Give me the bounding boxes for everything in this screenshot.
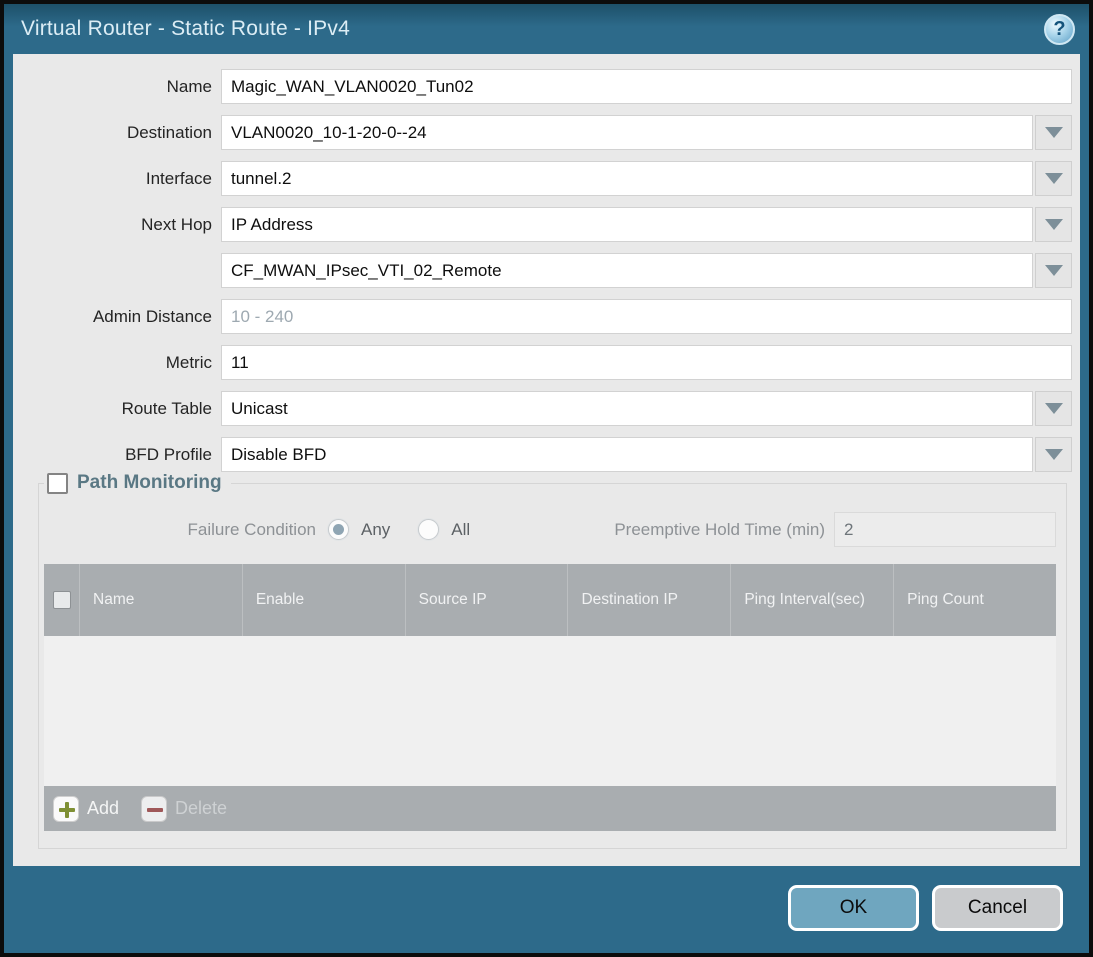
form-row-next-hop: Next Hop bbox=[21, 207, 1072, 242]
form-row-bfd-profile: BFD Profile bbox=[21, 437, 1072, 472]
path-monitoring-label: Path Monitoring bbox=[77, 472, 222, 494]
plus-icon[interactable] bbox=[53, 796, 79, 822]
destination-label: Destination bbox=[21, 123, 221, 143]
path-monitoring-section: Path Monitoring Failure Condition Any Al… bbox=[38, 483, 1067, 849]
next-hop-type-input[interactable] bbox=[221, 207, 1033, 242]
static-route-dialog: Virtual Router - Static Route - IPv4 ? N… bbox=[0, 0, 1093, 957]
table-header-select bbox=[44, 564, 79, 636]
form-row-destination: Destination bbox=[21, 115, 1072, 150]
ok-button[interactable]: OK bbox=[788, 885, 919, 931]
next-hop-label: Next Hop bbox=[21, 215, 221, 235]
form-row-interface: Interface bbox=[21, 161, 1072, 196]
next-hop-dropdown-button[interactable] bbox=[1035, 207, 1072, 242]
column-header-destination-ip: Destination IP bbox=[567, 564, 730, 636]
form-row-admin-distance: Admin Distance bbox=[21, 299, 1072, 334]
metric-label: Metric bbox=[21, 353, 221, 373]
form-row-next-hop-address bbox=[21, 253, 1072, 288]
next-hop-address-input[interactable] bbox=[221, 253, 1033, 288]
chevron-down-icon bbox=[1045, 173, 1063, 184]
table-header-row: Name Enable Source IP Destination IP Pin… bbox=[44, 564, 1056, 636]
preemptive-hold-label: Preemptive Hold Time (min) bbox=[614, 520, 825, 540]
dialog-footer: OK Cancel bbox=[4, 866, 1089, 953]
select-all-checkbox[interactable] bbox=[53, 591, 71, 609]
minus-icon[interactable] bbox=[141, 796, 167, 822]
failure-condition-label: Failure Condition bbox=[44, 520, 316, 540]
preemptive-hold-input[interactable] bbox=[834, 512, 1056, 547]
chevron-down-icon bbox=[1045, 219, 1063, 230]
column-header-ping-count: Ping Count bbox=[893, 564, 1056, 636]
admin-distance-input[interactable] bbox=[221, 299, 1072, 334]
form-row-route-table: Route Table bbox=[21, 391, 1072, 426]
name-input[interactable] bbox=[221, 69, 1072, 104]
path-monitoring-legend: Path Monitoring bbox=[44, 472, 231, 494]
failure-condition-all-label: All bbox=[451, 520, 470, 540]
path-monitoring-checkbox[interactable] bbox=[47, 473, 68, 494]
failure-condition-row: Failure Condition Any All Preemptive Hol… bbox=[44, 512, 1056, 547]
column-header-enable: Enable bbox=[242, 564, 405, 636]
chevron-down-icon bbox=[1045, 265, 1063, 276]
help-icon[interactable]: ? bbox=[1044, 14, 1075, 45]
failure-condition-all-radio[interactable] bbox=[418, 519, 439, 540]
chevron-down-icon bbox=[1045, 403, 1063, 414]
delete-button-group: Delete bbox=[141, 796, 227, 822]
failure-condition-any-radio[interactable] bbox=[328, 519, 349, 540]
name-label: Name bbox=[21, 77, 221, 97]
column-header-name: Name bbox=[79, 564, 242, 636]
delete-button[interactable]: Delete bbox=[175, 798, 227, 819]
column-header-source-ip: Source IP bbox=[405, 564, 568, 636]
route-table-label: Route Table bbox=[21, 399, 221, 419]
dialog-title: Virtual Router - Static Route - IPv4 bbox=[21, 17, 350, 41]
table-body-empty bbox=[44, 636, 1056, 786]
bfd-profile-label: BFD Profile bbox=[21, 445, 221, 465]
destination-input[interactable] bbox=[221, 115, 1033, 150]
route-table-input[interactable] bbox=[221, 391, 1033, 426]
interface-dropdown-button[interactable] bbox=[1035, 161, 1072, 196]
route-table-dropdown-button[interactable] bbox=[1035, 391, 1072, 426]
bfd-profile-dropdown-button[interactable] bbox=[1035, 437, 1072, 472]
chevron-down-icon bbox=[1045, 449, 1063, 460]
metric-input[interactable] bbox=[221, 345, 1072, 380]
table-toolbar: Add Delete bbox=[44, 786, 1056, 831]
dialog-titlebar: Virtual Router - Static Route - IPv4 ? bbox=[4, 4, 1089, 54]
cancel-button[interactable]: Cancel bbox=[932, 885, 1063, 931]
interface-input[interactable] bbox=[221, 161, 1033, 196]
admin-distance-label: Admin Distance bbox=[21, 307, 221, 327]
radio-selected-dot bbox=[333, 524, 344, 535]
bfd-profile-input[interactable] bbox=[221, 437, 1033, 472]
next-hop-address-dropdown-button[interactable] bbox=[1035, 253, 1072, 288]
add-button[interactable]: Add bbox=[87, 798, 119, 819]
chevron-down-icon bbox=[1045, 127, 1063, 138]
interface-label: Interface bbox=[21, 169, 221, 189]
failure-condition-any-label: Any bbox=[361, 520, 390, 540]
dialog-content: Name Destination Interface Next Hop Admi… bbox=[13, 54, 1080, 866]
path-monitoring-table: Name Enable Source IP Destination IP Pin… bbox=[44, 564, 1056, 831]
column-header-ping-interval: Ping Interval(sec) bbox=[730, 564, 893, 636]
form-row-name: Name bbox=[21, 69, 1072, 104]
destination-dropdown-button[interactable] bbox=[1035, 115, 1072, 150]
form-row-metric: Metric bbox=[21, 345, 1072, 380]
